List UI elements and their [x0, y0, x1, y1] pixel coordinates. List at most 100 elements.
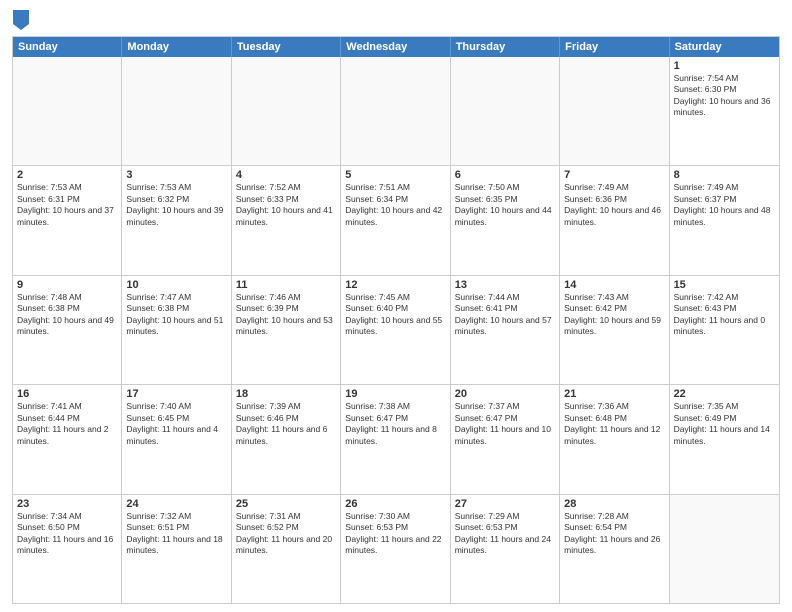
page: SundayMondayTuesdayWednesdayThursdayFrid…	[0, 0, 792, 612]
day-number: 27	[455, 498, 555, 510]
day-number: 9	[17, 279, 117, 291]
calendar-row-2: 9Sunrise: 7:48 AM Sunset: 6:38 PM Daylig…	[13, 276, 779, 385]
weekday-header-saturday: Saturday	[670, 37, 779, 57]
calendar-cell-2-4: 13Sunrise: 7:44 AM Sunset: 6:41 PM Dayli…	[451, 276, 560, 384]
day-number: 25	[236, 498, 336, 510]
day-info: Sunrise: 7:49 AM Sunset: 6:36 PM Dayligh…	[564, 182, 664, 228]
weekday-header-sunday: Sunday	[13, 37, 122, 57]
calendar-cell-2-5: 14Sunrise: 7:43 AM Sunset: 6:42 PM Dayli…	[560, 276, 669, 384]
day-number: 19	[345, 388, 445, 400]
calendar-row-0: 1Sunrise: 7:54 AM Sunset: 6:30 PM Daylig…	[13, 57, 779, 166]
calendar-cell-4-2: 25Sunrise: 7:31 AM Sunset: 6:52 PM Dayli…	[232, 495, 341, 603]
day-number: 5	[345, 169, 445, 181]
weekday-header-tuesday: Tuesday	[232, 37, 341, 57]
calendar-cell-3-4: 20Sunrise: 7:37 AM Sunset: 6:47 PM Dayli…	[451, 385, 560, 493]
calendar-cell-0-4	[451, 57, 560, 165]
day-info: Sunrise: 7:47 AM Sunset: 6:38 PM Dayligh…	[126, 292, 226, 338]
calendar-cell-1-1: 3Sunrise: 7:53 AM Sunset: 6:32 PM Daylig…	[122, 166, 231, 274]
day-info: Sunrise: 7:53 AM Sunset: 6:32 PM Dayligh…	[126, 182, 226, 228]
day-info: Sunrise: 7:31 AM Sunset: 6:52 PM Dayligh…	[236, 511, 336, 557]
day-number: 26	[345, 498, 445, 510]
day-info: Sunrise: 7:40 AM Sunset: 6:45 PM Dayligh…	[126, 401, 226, 447]
day-number: 2	[17, 169, 117, 181]
day-number: 16	[17, 388, 117, 400]
calendar-cell-4-3: 26Sunrise: 7:30 AM Sunset: 6:53 PM Dayli…	[341, 495, 450, 603]
day-number: 1	[674, 60, 775, 72]
calendar-cell-3-0: 16Sunrise: 7:41 AM Sunset: 6:44 PM Dayli…	[13, 385, 122, 493]
calendar-cell-3-6: 22Sunrise: 7:35 AM Sunset: 6:49 PM Dayli…	[670, 385, 779, 493]
calendar-cell-4-5: 28Sunrise: 7:28 AM Sunset: 6:54 PM Dayli…	[560, 495, 669, 603]
day-info: Sunrise: 7:41 AM Sunset: 6:44 PM Dayligh…	[17, 401, 117, 447]
calendar: SundayMondayTuesdayWednesdayThursdayFrid…	[12, 36, 780, 604]
calendar-cell-4-1: 24Sunrise: 7:32 AM Sunset: 6:51 PM Dayli…	[122, 495, 231, 603]
day-number: 8	[674, 169, 775, 181]
weekday-header-monday: Monday	[122, 37, 231, 57]
day-info: Sunrise: 7:52 AM Sunset: 6:33 PM Dayligh…	[236, 182, 336, 228]
day-info: Sunrise: 7:36 AM Sunset: 6:48 PM Dayligh…	[564, 401, 664, 447]
day-number: 12	[345, 279, 445, 291]
calendar-body: 1Sunrise: 7:54 AM Sunset: 6:30 PM Daylig…	[13, 57, 779, 603]
day-number: 28	[564, 498, 664, 510]
day-info: Sunrise: 7:46 AM Sunset: 6:39 PM Dayligh…	[236, 292, 336, 338]
calendar-cell-1-2: 4Sunrise: 7:52 AM Sunset: 6:33 PM Daylig…	[232, 166, 341, 274]
calendar-cell-3-5: 21Sunrise: 7:36 AM Sunset: 6:48 PM Dayli…	[560, 385, 669, 493]
day-info: Sunrise: 7:43 AM Sunset: 6:42 PM Dayligh…	[564, 292, 664, 338]
day-number: 7	[564, 169, 664, 181]
day-number: 21	[564, 388, 664, 400]
calendar-cell-2-2: 11Sunrise: 7:46 AM Sunset: 6:39 PM Dayli…	[232, 276, 341, 384]
calendar-cell-3-3: 19Sunrise: 7:38 AM Sunset: 6:47 PM Dayli…	[341, 385, 450, 493]
calendar-cell-2-6: 15Sunrise: 7:42 AM Sunset: 6:43 PM Dayli…	[670, 276, 779, 384]
calendar-cell-3-1: 17Sunrise: 7:40 AM Sunset: 6:45 PM Dayli…	[122, 385, 231, 493]
calendar-cell-4-0: 23Sunrise: 7:34 AM Sunset: 6:50 PM Dayli…	[13, 495, 122, 603]
calendar-cell-0-5	[560, 57, 669, 165]
calendar-cell-0-2	[232, 57, 341, 165]
calendar-cell-0-1	[122, 57, 231, 165]
weekday-header-friday: Friday	[560, 37, 669, 57]
day-info: Sunrise: 7:50 AM Sunset: 6:35 PM Dayligh…	[455, 182, 555, 228]
day-info: Sunrise: 7:44 AM Sunset: 6:41 PM Dayligh…	[455, 292, 555, 338]
day-info: Sunrise: 7:48 AM Sunset: 6:38 PM Dayligh…	[17, 292, 117, 338]
day-number: 10	[126, 279, 226, 291]
day-number: 22	[674, 388, 775, 400]
calendar-cell-4-6	[670, 495, 779, 603]
day-info: Sunrise: 7:32 AM Sunset: 6:51 PM Dayligh…	[126, 511, 226, 557]
day-info: Sunrise: 7:45 AM Sunset: 6:40 PM Dayligh…	[345, 292, 445, 338]
weekday-header-thursday: Thursday	[451, 37, 560, 57]
calendar-row-3: 16Sunrise: 7:41 AM Sunset: 6:44 PM Dayli…	[13, 385, 779, 494]
calendar-header: SundayMondayTuesdayWednesdayThursdayFrid…	[13, 37, 779, 57]
day-number: 18	[236, 388, 336, 400]
calendar-cell-1-4: 6Sunrise: 7:50 AM Sunset: 6:35 PM Daylig…	[451, 166, 560, 274]
calendar-cell-2-1: 10Sunrise: 7:47 AM Sunset: 6:38 PM Dayli…	[122, 276, 231, 384]
day-number: 15	[674, 279, 775, 291]
day-info: Sunrise: 7:28 AM Sunset: 6:54 PM Dayligh…	[564, 511, 664, 557]
day-info: Sunrise: 7:54 AM Sunset: 6:30 PM Dayligh…	[674, 73, 775, 119]
day-number: 3	[126, 169, 226, 181]
calendar-cell-1-6: 8Sunrise: 7:49 AM Sunset: 6:37 PM Daylig…	[670, 166, 779, 274]
day-info: Sunrise: 7:29 AM Sunset: 6:53 PM Dayligh…	[455, 511, 555, 557]
day-number: 17	[126, 388, 226, 400]
day-number: 20	[455, 388, 555, 400]
calendar-cell-1-3: 5Sunrise: 7:51 AM Sunset: 6:34 PM Daylig…	[341, 166, 450, 274]
logo-icon	[13, 10, 29, 30]
calendar-cell-0-3	[341, 57, 450, 165]
day-info: Sunrise: 7:35 AM Sunset: 6:49 PM Dayligh…	[674, 401, 775, 447]
header	[12, 10, 780, 30]
day-number: 14	[564, 279, 664, 291]
calendar-cell-1-0: 2Sunrise: 7:53 AM Sunset: 6:31 PM Daylig…	[13, 166, 122, 274]
day-info: Sunrise: 7:39 AM Sunset: 6:46 PM Dayligh…	[236, 401, 336, 447]
day-info: Sunrise: 7:53 AM Sunset: 6:31 PM Dayligh…	[17, 182, 117, 228]
day-info: Sunrise: 7:30 AM Sunset: 6:53 PM Dayligh…	[345, 511, 445, 557]
day-number: 24	[126, 498, 226, 510]
calendar-cell-4-4: 27Sunrise: 7:29 AM Sunset: 6:53 PM Dayli…	[451, 495, 560, 603]
day-number: 23	[17, 498, 117, 510]
day-number: 4	[236, 169, 336, 181]
day-info: Sunrise: 7:34 AM Sunset: 6:50 PM Dayligh…	[17, 511, 117, 557]
calendar-cell-2-0: 9Sunrise: 7:48 AM Sunset: 6:38 PM Daylig…	[13, 276, 122, 384]
day-number: 6	[455, 169, 555, 181]
day-info: Sunrise: 7:42 AM Sunset: 6:43 PM Dayligh…	[674, 292, 775, 338]
calendar-cell-1-5: 7Sunrise: 7:49 AM Sunset: 6:36 PM Daylig…	[560, 166, 669, 274]
weekday-header-wednesday: Wednesday	[341, 37, 450, 57]
calendar-cell-0-0	[13, 57, 122, 165]
calendar-row-1: 2Sunrise: 7:53 AM Sunset: 6:31 PM Daylig…	[13, 166, 779, 275]
day-info: Sunrise: 7:49 AM Sunset: 6:37 PM Dayligh…	[674, 182, 775, 228]
